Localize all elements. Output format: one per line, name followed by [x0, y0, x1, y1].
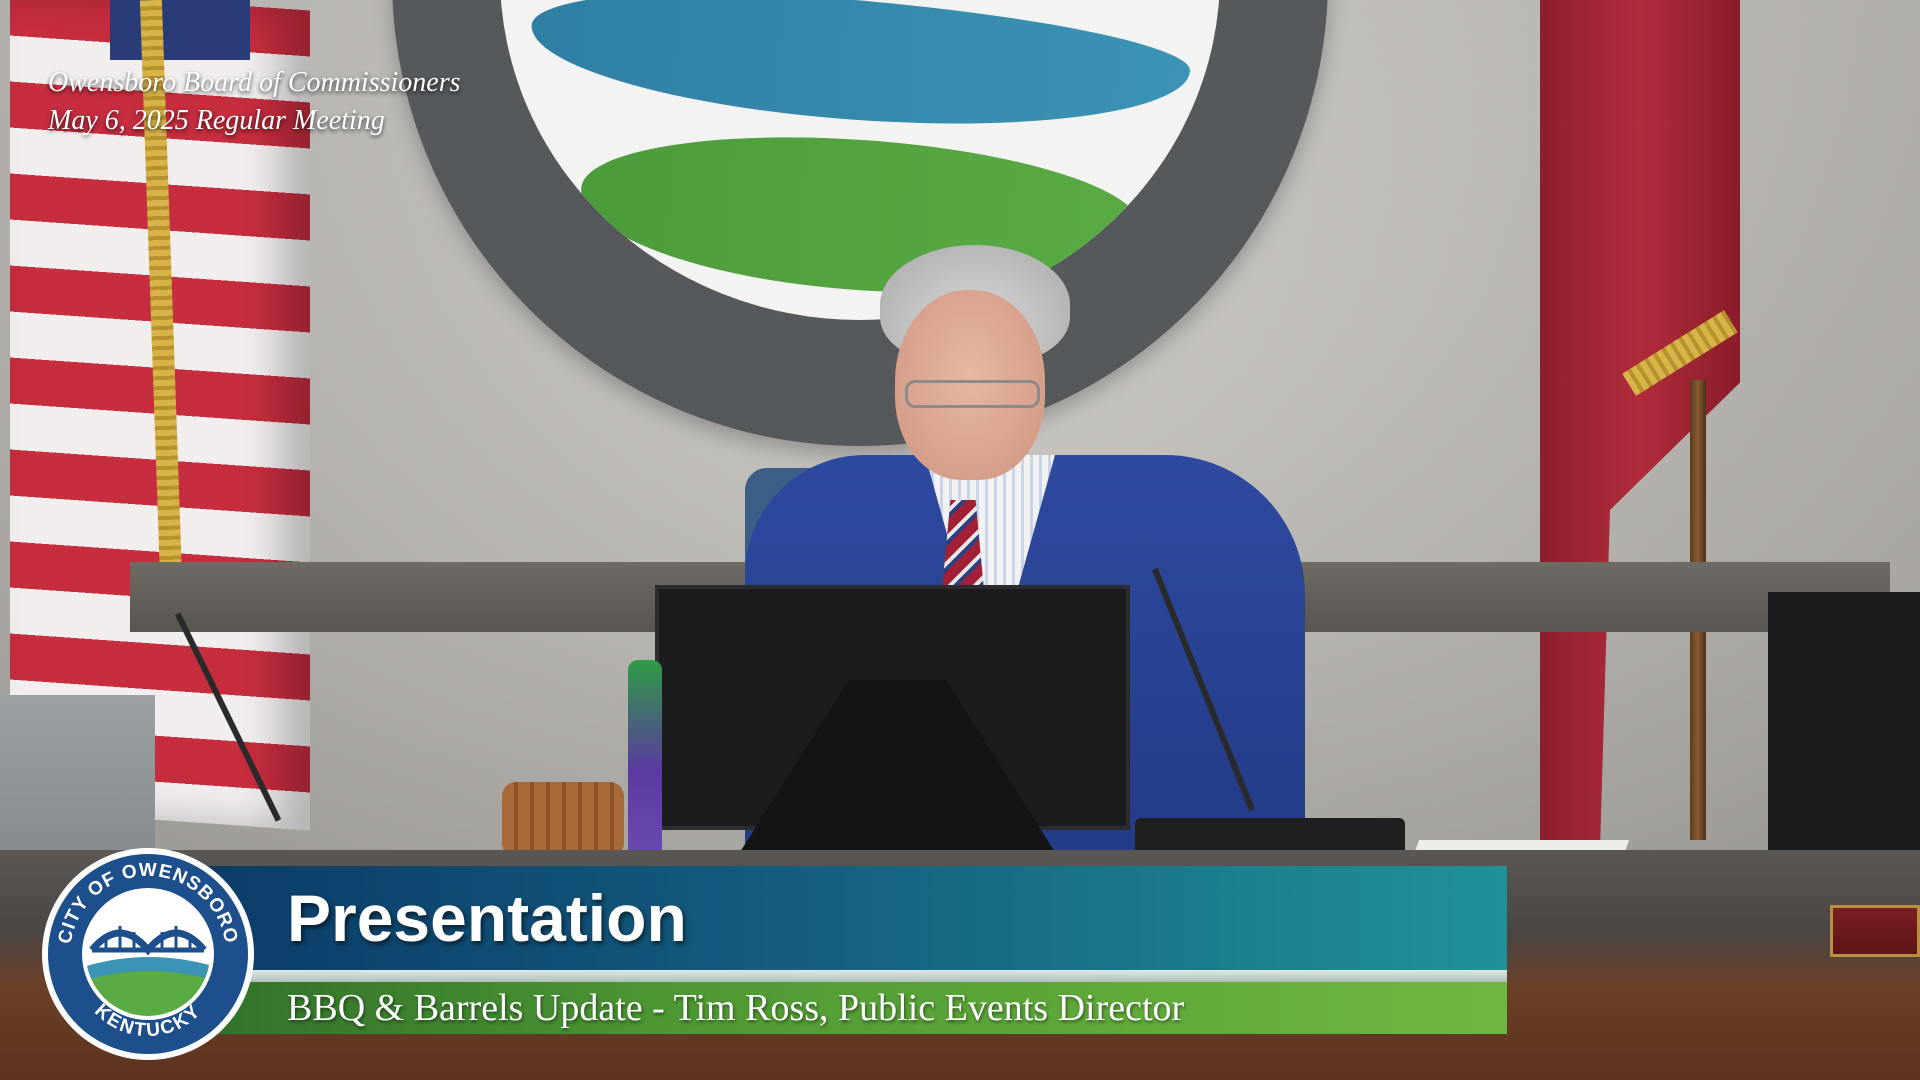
american-flag-canton: [110, 0, 250, 60]
banner-title: Presentation: [287, 881, 687, 955]
meeting-caption: Owensboro Board of Commissioners May 6, …: [48, 64, 461, 140]
right-monitor: [1768, 592, 1920, 892]
nameplate: [1830, 905, 1920, 957]
banner-subtitle: BBQ & Barrels Update - Tim Ross, Public …: [287, 987, 1185, 1029]
water-bottle: [628, 660, 662, 860]
lower-third-banner: Presentation BBQ & Barrels Update - Tim …: [170, 866, 1507, 1034]
seal-blue-band: [526, 0, 1194, 143]
banner-divider: [170, 970, 1507, 982]
speaker-glasses: [905, 380, 1040, 408]
video-frame: Owensboro Board of Commissioners May 6, …: [0, 0, 1920, 1080]
meeting-date: May 6, 2025 Regular Meeting: [48, 105, 385, 136]
meeting-body-name: Owensboro Board of Commissioners: [48, 67, 461, 98]
city-logo: CITY OF OWENSBORO KENTUCKY: [42, 848, 254, 1060]
gavel: [502, 782, 624, 857]
